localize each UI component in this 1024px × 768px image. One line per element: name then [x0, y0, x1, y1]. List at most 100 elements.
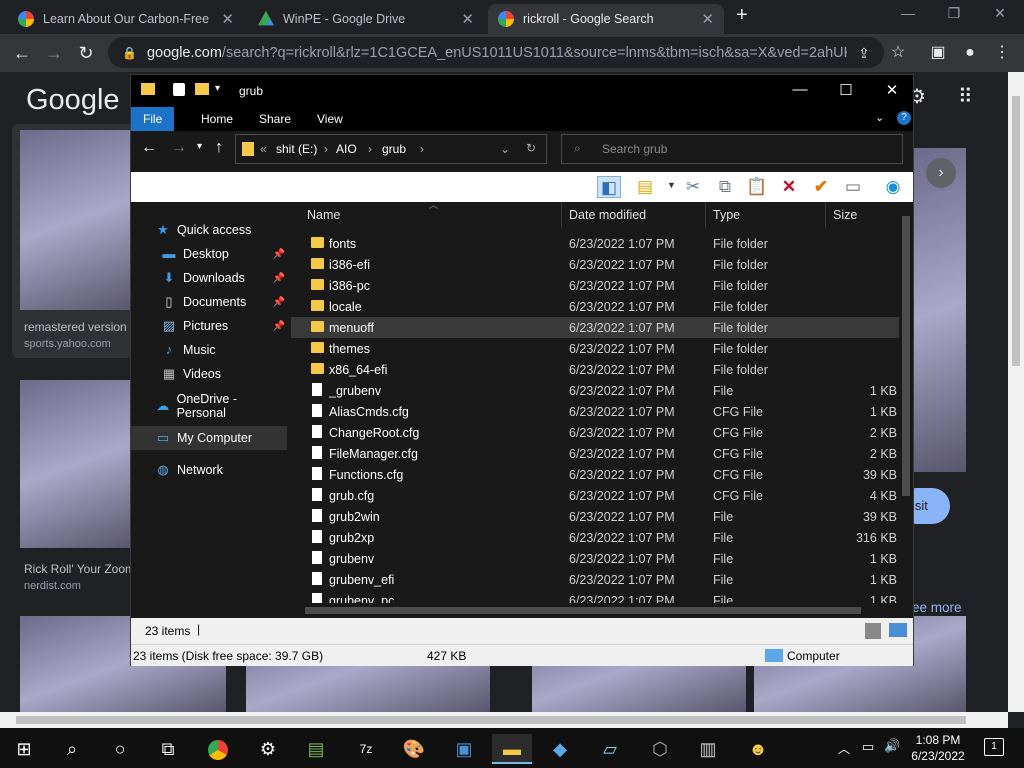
chevron-down-icon[interactable]: ▼ [667, 180, 676, 190]
recent-locations-icon[interactable]: ▾ [197, 141, 202, 152]
properties-icon[interactable] [173, 83, 185, 96]
nav-downloads[interactable]: ⬇ Downloads 📌 [131, 266, 287, 290]
nav-quick-access[interactable]: ★ Quick access [131, 218, 287, 242]
search-input[interactable]: ⌕ Search grub [561, 134, 903, 164]
rename-check-icon[interactable]: ✔ [809, 176, 833, 198]
breadcrumb-drive[interactable]: shit (E:) [276, 142, 317, 156]
file-row[interactable]: i386-pc 6/23/2022 1:07 PM File folder [291, 275, 899, 296]
next-arrow-icon[interactable]: › [926, 158, 956, 188]
result-caption[interactable]: remastered version [24, 320, 130, 334]
back-icon[interactable]: ← [10, 41, 34, 65]
tray-chevron-icon[interactable]: ︿ [838, 740, 850, 757]
file-row[interactable]: AliasCmds.cfg 6/23/2022 1:07 PM CFG File 1 … [291, 401, 899, 422]
google-logo[interactable]: Google [26, 84, 120, 117]
preview-image[interactable] [914, 148, 966, 472]
nav-music[interactable]: ♪ Music [131, 338, 287, 362]
page-horizontal-scrollbar[interactable] [0, 712, 1008, 728]
file-explorer-icon[interactable]: ▬ [492, 734, 532, 764]
browser-tab-3[interactable]: rickroll - Google Search ✕ [488, 4, 724, 34]
close-tab-icon[interactable]: ✕ [221, 10, 234, 28]
file-row[interactable]: grubenv 6/23/2022 1:07 PM File 1 KB [291, 548, 899, 569]
file-row[interactable]: grub.cfg 6/23/2022 1:07 PM CFG File 4 KB [291, 485, 899, 506]
tool-icon[interactable]: ⬡ [640, 734, 680, 764]
details-view-icon[interactable] [865, 623, 881, 639]
task-view-icon[interactable]: ⧉ [148, 734, 188, 764]
share-icon[interactable]: ⇪ [852, 41, 876, 65]
profile-icon[interactable]: ● [958, 41, 982, 65]
installer-icon[interactable]: ▣ [444, 734, 484, 764]
network-globe-icon[interactable]: ◉ [881, 176, 905, 198]
paint-icon[interactable]: 🎨 [394, 734, 434, 764]
result-thumbnail[interactable] [20, 380, 132, 548]
file-manager-icon[interactable]: ◆ [540, 734, 580, 764]
result-thumbnail[interactable] [20, 130, 132, 310]
file-row[interactable]: _grubenv 6/23/2022 1:07 PM File 1 KB [291, 380, 899, 401]
tab-home[interactable]: Home [189, 107, 245, 131]
nav-documents[interactable]: ▯ Documents 📌 [131, 290, 287, 314]
file-row[interactable]: locale 6/23/2022 1:07 PM File folder [291, 296, 899, 317]
7zip-icon[interactable]: 7z [346, 734, 386, 764]
file-row[interactable]: grubenv_efi 6/23/2022 1:07 PM File 1 KB [291, 569, 899, 590]
file-row[interactable]: x86_64-efi 6/23/2022 1:07 PM File folder [291, 359, 899, 380]
minimize-icon[interactable]: — [777, 81, 823, 98]
breadcrumb-aio[interactable]: AIO [336, 142, 357, 156]
reload-icon[interactable]: ↻ [74, 41, 98, 65]
column-date[interactable]: Date modified [569, 208, 646, 222]
new-item-icon[interactable]: ▤ [633, 176, 657, 198]
tab-file[interactable]: File [131, 107, 175, 131]
nav-network[interactable]: ◍ Network [131, 458, 287, 482]
nav-my-computer[interactable]: ▭ My Computer [131, 426, 287, 450]
back-icon[interactable]: ← [141, 139, 157, 157]
result-caption[interactable]: Rick Roll' Your Zoom [24, 562, 130, 576]
printer-icon[interactable]: ▥ [688, 734, 728, 764]
file-row[interactable]: i386-efi 6/23/2022 1:07 PM File folder [291, 254, 899, 275]
file-row[interactable]: ChangeRoot.cfg 6/23/2022 1:07 PM CFG File 2… [291, 422, 899, 443]
pin-icon[interactable]: 📌 [273, 249, 285, 260]
column-name[interactable]: Name [307, 208, 340, 222]
list-vertical-scrollbar[interactable] [899, 202, 913, 602]
nav-pictures[interactable]: ▨ Pictures 📌 [131, 314, 287, 338]
tab-share[interactable]: Share [247, 107, 303, 131]
notes-icon[interactable]: ▱ [590, 734, 630, 764]
chevron-down-icon[interactable]: ▾ [215, 83, 220, 94]
nav-onedrive[interactable]: ☁ OneDrive - Personal [131, 392, 287, 420]
editor-icon[interactable]: ▤ [296, 734, 336, 764]
address-bar[interactable]: 🔒 google.com/search?q=rickroll&rlz=1C1GC… [108, 37, 884, 68]
new-folder-icon[interactable] [195, 83, 209, 95]
properties-icon[interactable]: ▭ [841, 176, 865, 198]
delete-icon[interactable]: ✕ [777, 176, 801, 198]
wizard-icon[interactable]: ☻ [738, 734, 778, 764]
network-status-icon[interactable]: ▭ [862, 739, 874, 755]
column-type[interactable]: Type [713, 208, 740, 222]
tiles-view-icon[interactable] [889, 623, 907, 637]
breadcrumb-grub[interactable]: grub [382, 142, 406, 156]
forward-icon[interactable]: → [42, 41, 66, 65]
file-row[interactable]: Functions.cfg 6/23/2022 1:07 PM CFG File 39… [291, 464, 899, 485]
paste-icon[interactable]: 📋 [745, 176, 769, 198]
copy-icon[interactable]: ⧉ [713, 176, 737, 198]
cut-icon[interactable]: ✂ [681, 176, 705, 198]
cortana-icon[interactable]: ○ [100, 734, 140, 764]
help-icon[interactable]: ? [897, 111, 911, 125]
nav-videos[interactable]: ▦ Videos [131, 362, 287, 386]
minimize-icon[interactable]: — [888, 5, 928, 21]
file-row[interactable]: themes 6/23/2022 1:07 PM File folder [291, 338, 899, 359]
pin-icon[interactable]: 📌 [273, 273, 285, 284]
nav-desktop[interactable]: ▬ Desktop 📌 [131, 242, 287, 266]
search-icon[interactable]: ⌕ [52, 734, 92, 764]
refresh-icon[interactable]: ↻ [526, 141, 536, 155]
column-size[interactable]: Size [833, 208, 857, 222]
browser-tab-1[interactable]: Learn About Our Carbon-Free Go ✕ [8, 4, 244, 34]
pin-icon[interactable]: 📌 [273, 297, 285, 308]
new-tab-button[interactable]: + [736, 4, 748, 27]
address-field[interactable]: « shit (E:) › AIO › grub › ⌄ ↻ [235, 134, 547, 164]
see-more-link[interactable]: ee more [912, 600, 962, 615]
apps-grid-icon[interactable]: ⠿ [958, 84, 973, 109]
sidebar-icon[interactable]: ▣ [926, 41, 950, 65]
bookmark-star-icon[interactable]: ☆ [886, 41, 910, 65]
file-row[interactable]: grub2xp 6/23/2022 1:07 PM File 316 KB [291, 527, 899, 548]
restore-icon[interactable]: ❐ [934, 5, 974, 22]
file-row[interactable]: grub2win 6/23/2022 1:07 PM File 39 KB [291, 506, 899, 527]
preview-pane-icon[interactable]: ◧ [597, 176, 621, 198]
forward-icon[interactable]: → [171, 139, 187, 157]
